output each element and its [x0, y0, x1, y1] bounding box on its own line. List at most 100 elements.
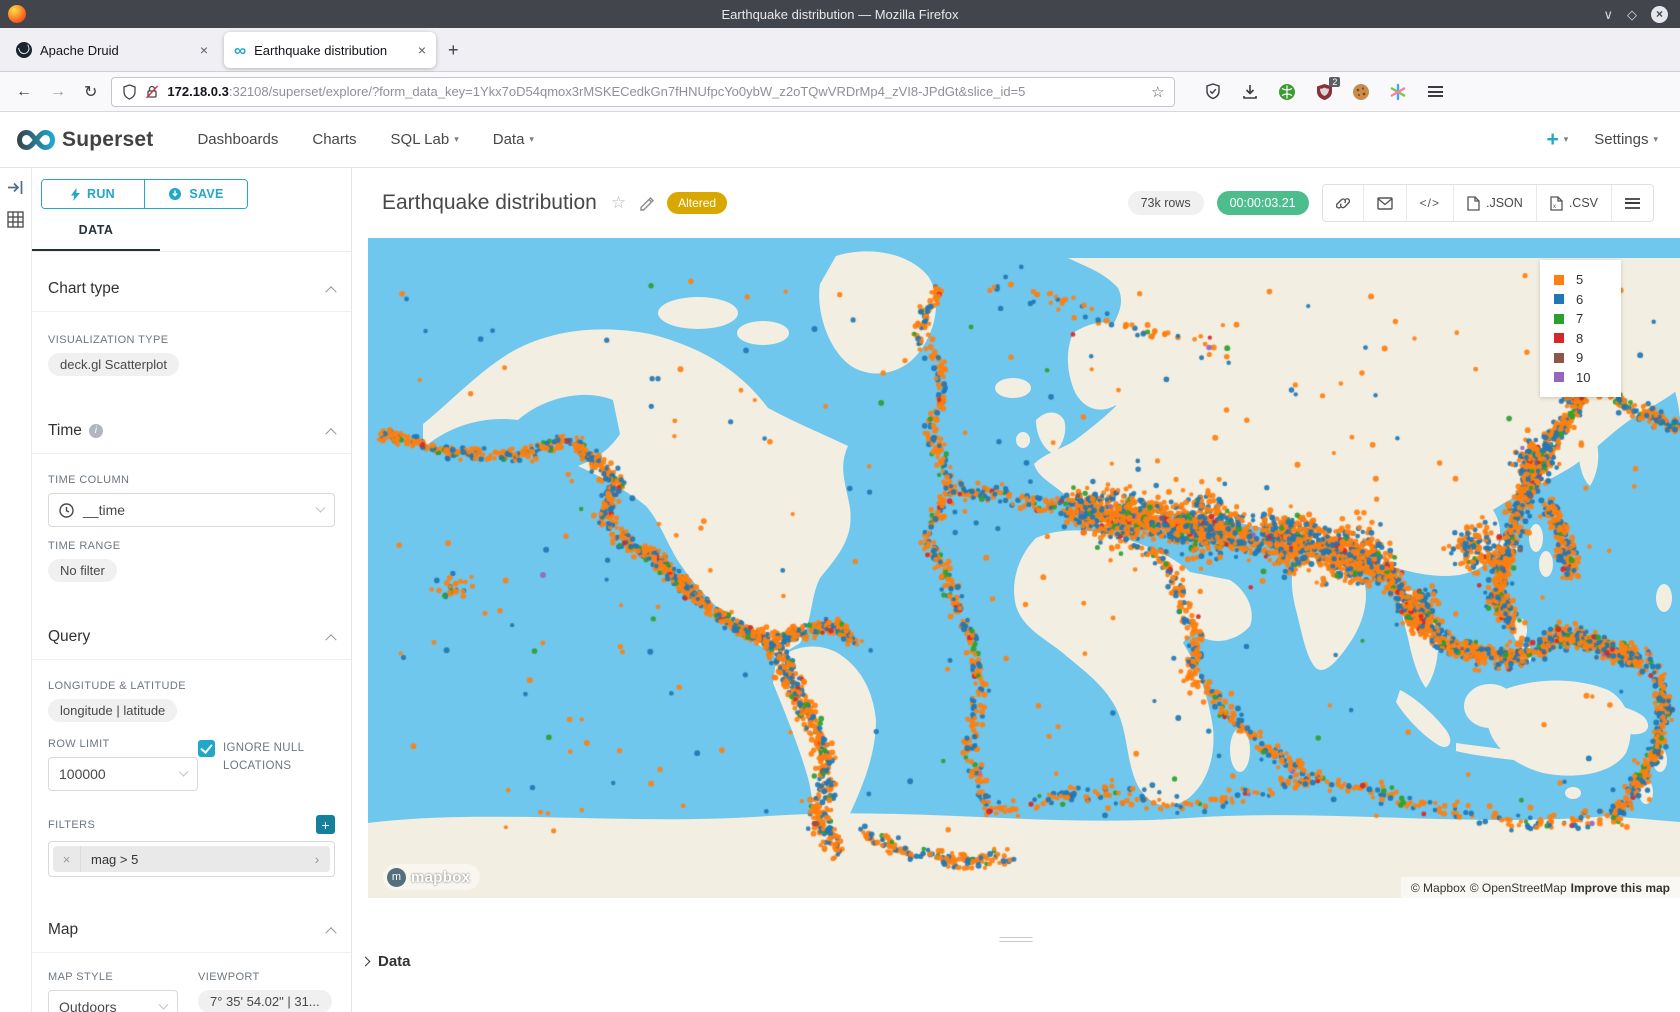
deckgl-map[interactable]: 5 6 7 8 9 10 m mapbox © Mapbox © OpenStreetMa… — [368, 238, 1680, 898]
window-minimize-button[interactable]: ∨ — [1603, 8, 1613, 21]
add-new-button[interactable]: +▾ — [1546, 129, 1568, 150]
time-range-pill[interactable]: No filter — [48, 559, 117, 582]
lonlat-pill[interactable]: longitude | latitude — [48, 699, 177, 722]
legend-label: 8 — [1576, 331, 1583, 346]
window-close-button[interactable]: × — [1651, 6, 1668, 23]
chevron-up-icon — [325, 286, 336, 297]
nav-sql-lab[interactable]: SQL Lab▾ — [391, 131, 459, 148]
section-query[interactable]: Query — [32, 614, 351, 660]
settings-menu[interactable]: Settings▾ — [1594, 131, 1658, 148]
pane-resize-handle[interactable] — [1000, 934, 1033, 945]
legend-swatch — [1554, 275, 1564, 285]
nav-charts[interactable]: Charts — [312, 131, 356, 148]
nav-dashboards[interactable]: Dashboards — [197, 131, 278, 148]
favorite-star-icon[interactable]: ☆ — [611, 193, 626, 213]
email-share-button[interactable] — [1363, 185, 1406, 221]
chevron-down-icon — [159, 999, 169, 1009]
chevron-right-icon[interactable]: › — [304, 851, 330, 867]
tracking-shield-icon[interactable] — [122, 84, 137, 100]
superset-favicon-icon: ∞ — [234, 42, 246, 59]
viewport-label: VIEWPORT — [198, 971, 316, 983]
new-tab-button[interactable]: + — [448, 40, 459, 61]
window-restore-button[interactable]: ◇ — [1627, 8, 1637, 21]
attrib-osm[interactable]: © OpenStreetMap — [1470, 881, 1567, 895]
south-pane: Data — [352, 898, 1680, 1012]
menu-hamburger-icon[interactable] — [1425, 82, 1445, 102]
add-filter-button[interactable]: + — [316, 815, 335, 834]
forward-button[interactable]: → — [50, 83, 66, 101]
run-save-group: RUN SAVE — [41, 179, 248, 209]
protections-shield-icon[interactable] — [1203, 82, 1223, 102]
tab-close-icon[interactable]: × — [200, 42, 208, 58]
ublock-shield-icon[interactable]: 2 — [1314, 82, 1334, 102]
chart-control-panel: RUN SAVE DATA Chart type VISUALIZATION T… — [32, 168, 352, 1012]
extension-green-icon[interactable] — [1277, 82, 1297, 102]
query-timer-badge: 00:00:03.21 — [1217, 191, 1309, 215]
embed-code-button[interactable]: </> — [1406, 185, 1453, 221]
url-path: :32108/superset/explore/?form_data_key=1… — [229, 84, 1026, 99]
chevron-up-icon — [325, 634, 336, 645]
attrib-mapbox[interactable]: © Mapbox — [1411, 881, 1466, 895]
legend-item[interactable]: 8 — [1554, 329, 1621, 349]
legend-label: 9 — [1576, 350, 1583, 365]
magnitude-legend: 5 6 7 8 9 10 — [1540, 260, 1621, 397]
legend-label: 6 — [1576, 292, 1583, 307]
data-collapse-header[interactable]: Data — [362, 953, 411, 970]
filters-label: FILTERS — [48, 819, 95, 831]
bookmark-star-icon[interactable]: ☆ — [1151, 83, 1164, 101]
viz-type-label: VISUALIZATION TYPE — [48, 334, 335, 346]
altered-badge[interactable]: Altered — [667, 192, 727, 214]
back-button[interactable]: ← — [16, 83, 32, 101]
addon-asterisk-icon[interactable] — [1388, 82, 1408, 102]
tab-close-icon[interactable]: × — [418, 42, 426, 58]
filter-control: × mag > 5 › — [48, 841, 335, 877]
tab-apache-druid[interactable]: Apache Druid × — [6, 32, 218, 68]
url-bar[interactable]: 172.18.0.3:32108/superset/explore/?form_… — [111, 77, 1175, 107]
section-map[interactable]: Map — [32, 907, 351, 953]
datasource-grid-icon[interactable] — [7, 211, 24, 228]
chevron-up-icon — [325, 927, 336, 938]
reload-button[interactable]: ↻ — [84, 82, 97, 102]
window-title: Earthquake distribution — Mozilla Firefo… — [0, 7, 1680, 22]
info-icon: i — [89, 424, 103, 438]
time-column-select[interactable]: __time — [48, 493, 335, 527]
firefox-icon — [8, 5, 26, 23]
section-chart-type[interactable]: Chart type — [32, 266, 351, 312]
copy-link-button[interactable] — [1323, 185, 1363, 221]
viewport-pill[interactable]: 7° 35' 54.02" | 31... — [198, 990, 332, 1012]
filter-chip[interactable]: × mag > 5 › — [53, 846, 330, 872]
export-json-button[interactable]: .JSON — [1453, 185, 1536, 221]
legend-item[interactable]: 7 — [1554, 309, 1621, 329]
save-button[interactable]: SAVE — [144, 180, 247, 208]
downloads-icon[interactable] — [1240, 82, 1260, 102]
more-options-button[interactable] — [1611, 185, 1653, 221]
superset-logo[interactable]: Superset — [0, 127, 153, 153]
section-time[interactable]: Time i — [32, 408, 351, 454]
edit-properties-icon[interactable] — [640, 196, 655, 211]
viz-type-pill[interactable]: deck.gl Scatterplot — [48, 353, 179, 376]
map-attribution: © Mapbox © OpenStreetMap Improve this ma… — [1401, 877, 1680, 898]
legend-item[interactable]: 9 — [1554, 348, 1621, 368]
legend-item[interactable]: 10 — [1554, 368, 1621, 388]
tab-earthquake-distribution[interactable]: ∞ Earthquake distribution × — [224, 32, 436, 68]
legend-item[interactable]: 6 — [1554, 290, 1621, 310]
improve-map-link[interactable]: Improve this map — [1571, 881, 1670, 895]
legend-label: 7 — [1576, 311, 1583, 326]
chevron-up-icon — [325, 428, 336, 439]
remove-filter-icon[interactable]: × — [53, 846, 81, 872]
export-csv-button[interactable]: x .CSV — [1536, 185, 1611, 221]
map-style-select[interactable]: Outdoors — [48, 990, 178, 1012]
ignore-null-checkbox[interactable] — [198, 740, 215, 757]
nav-data[interactable]: Data▾ — [493, 131, 534, 148]
insecure-lock-icon[interactable] — [145, 84, 159, 100]
row-limit-select[interactable]: 100000 — [48, 757, 198, 791]
browser-window: Earthquake distribution — Mozilla Firefo… — [0, 0, 1680, 1012]
expand-panel-icon[interactable] — [7, 180, 24, 195]
legend-item[interactable]: 5 — [1554, 270, 1621, 290]
tab-data[interactable]: DATA — [32, 223, 160, 251]
cookie-icon[interactable] — [1351, 82, 1371, 102]
time-range-label: TIME RANGE — [48, 540, 335, 552]
panel-tabs: DATA — [32, 223, 351, 252]
mapbox-logo[interactable]: m mapbox — [383, 864, 480, 890]
run-button[interactable]: RUN — [42, 180, 144, 208]
